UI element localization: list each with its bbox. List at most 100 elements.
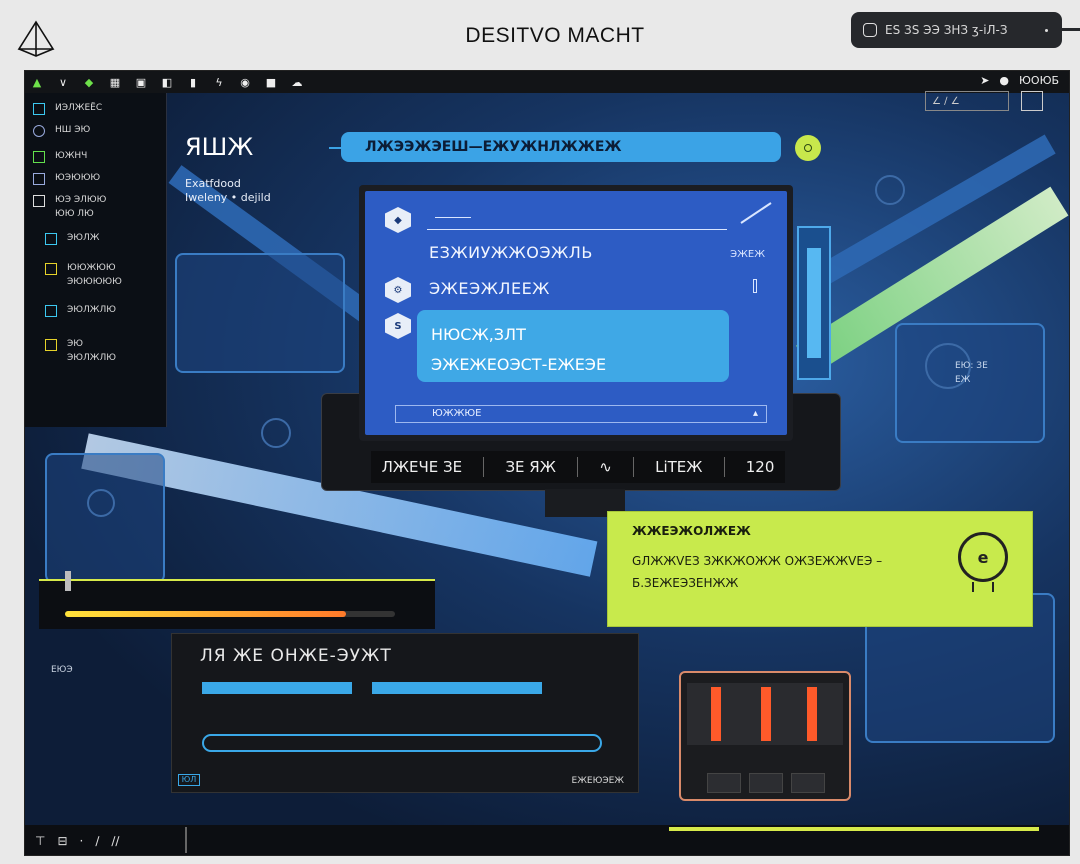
search-input[interactable]: ЛЖЭЭЖЭЕШ—ЕЖУЖНЛЖЖЕЖ <box>341 132 781 162</box>
caret-icon: ▴ <box>752 408 758 419</box>
main-window: ▲ ∨ ◆ ▦ ▣ ◧ ▮ ϟ ◉ ■ ☁ ➤ ● ЮОЮБ ИЭЛЖЕЁС Н… <box>24 70 1070 856</box>
send-icon[interactable]: ➤ <box>980 74 989 87</box>
monitor-screen: ◆ ЕЗЖИУЖЖОЭЖЛЬ ЭЖЕЖ ⚙ ЭЖЕЭЖЛЕЕЖ S HЮСЖ,З… <box>365 191 787 435</box>
subtitle-line: Exatfdood <box>185 177 241 190</box>
screen-row-text: ЕЗЖИУЖЖОЭЖЛЬ <box>429 243 593 262</box>
sidebar-item[interactable]: ЮЭЮЮЮ <box>33 173 158 185</box>
progress-meter <box>39 571 435 629</box>
screen-input-value: ЮЖЖЮЕ <box>432 408 482 419</box>
toolbar-right-label: ЮОЮБ <box>1019 74 1059 87</box>
timeline-track[interactable] <box>669 827 1039 831</box>
sidebar-item-label: НШ ЭЮ <box>55 125 91 135</box>
status-pill[interactable]: ES ЗS ЭЭ ЗНЗ ӡ-іЛ-З <box>851 12 1062 48</box>
gear-icon <box>261 418 291 448</box>
sidebar-item[interactable]: НШ ЭЮ <box>33 125 158 137</box>
arrow-up-icon[interactable]: ▲ <box>31 76 43 89</box>
angle-icon: ∠ ∕ ∠ <box>932 95 960 107</box>
link-icon <box>33 173 45 185</box>
subtitle-line: Iweleny • dejild <box>185 191 271 204</box>
sidebar-item[interactable]: ЮЮЖЮЮ ЭЮЮЮЮЮ <box>33 263 158 287</box>
bolt-icon[interactable]: ϟ <box>213 76 225 89</box>
record-icon[interactable]: ◉ <box>239 76 251 89</box>
search-toggle-button[interactable] <box>795 135 821 161</box>
book-icon[interactable]: ▮ <box>187 76 199 89</box>
pin-icon[interactable]: ⊤ <box>35 834 45 848</box>
file-icon <box>33 195 45 207</box>
gear-icon <box>875 175 905 205</box>
device-button[interactable] <box>707 773 741 793</box>
card-line: HЮСЖ,ЗЛТ <box>431 325 526 344</box>
notification-card[interactable]: ЖЖЕЭЖОЛЖЕЖ GЛЖЖVЕЗ ЗЖКЖОЖЖ ОЖЗЕЖЖVЕЭ – Б… <box>607 511 1033 627</box>
bezel-label[interactable]: ЛЖЕЧЕ ЗЕ <box>382 458 463 476</box>
corner-square-button[interactable] <box>1021 91 1043 111</box>
sidebar-item-label: ЮЮЖЮЮ <box>67 263 116 273</box>
meter-fill <box>65 611 346 617</box>
app-title: DESITVO MACHT <box>465 24 645 47</box>
panel-input[interactable] <box>202 734 602 752</box>
toggle-icon <box>804 144 812 152</box>
screen-input[interactable]: ЮЖЖЮЕ ▴ <box>395 405 767 423</box>
panel-footer-left[interactable]: ЮЛ <box>178 774 200 786</box>
device-button[interactable] <box>791 773 825 793</box>
device-slider[interactable] <box>711 687 721 741</box>
tab-chip[interactable] <box>202 682 352 694</box>
frame-icon[interactable]: ◧ <box>161 76 173 89</box>
meter-label: ЕЮЭ <box>51 665 73 675</box>
control-device <box>679 671 851 801</box>
screen-row-text: ЭЖЕЭЖЛЕЕЖ <box>429 279 550 298</box>
sidebar-item-label: ЮЖНЧ <box>55 151 88 161</box>
device-slider[interactable] <box>761 687 771 741</box>
sidebar-item-label: ЭЮЛЖ <box>67 233 100 243</box>
corner-control[interactable]: ∠ ∕ ∠ <box>925 91 1009 111</box>
toolbar: ▲ ∨ ◆ ▦ ▣ ◧ ▮ ϟ ◉ ■ ☁ <box>25 71 1069 93</box>
bezel-label[interactable]: LiTEЖ <box>655 458 702 476</box>
sidebar-item-label: ЭЮЛЖЛЮ <box>67 305 116 315</box>
ruler-icon[interactable]: ⊟ <box>57 834 67 848</box>
sidebar-item[interactable]: ЭЮ ЭЮЛЖЛЮ <box>33 339 158 363</box>
card-line: ЭЖЕЖЕОЭСТ-ЕЖЕЭЕ <box>431 355 607 374</box>
sidebar-item-label: ЭЮ <box>67 339 84 349</box>
triangle-logo-icon[interactable] <box>16 18 56 58</box>
bezel-value[interactable]: 120 <box>746 458 775 476</box>
bezel-strip: ЛЖЕЧЕ ЗЕ ЗЕ ЯЖ ∿ LiTEЖ 120 <box>371 451 785 483</box>
slash-icon[interactable]: ∕∕ <box>111 834 119 848</box>
sidebar-item[interactable]: ЭЮЛЖЛЮ <box>33 305 158 317</box>
divider <box>185 827 187 853</box>
search-connector <box>329 147 341 149</box>
readout: ЕЮ: ЗЕ ЕЖ <box>955 359 988 387</box>
panel-footer-right[interactable]: ЕЖЕЮЭЕЖ <box>572 776 624 786</box>
note-icon <box>45 339 57 351</box>
pen-icon[interactable]: ∕ <box>95 834 99 848</box>
sidebar-item[interactable]: ЭЮЛЖ <box>33 233 158 245</box>
leaf-icon[interactable]: ◆ <box>83 76 95 89</box>
cloud-icon[interactable]: ☁ <box>291 76 303 89</box>
monitor-icon <box>33 103 45 115</box>
device-slider[interactable] <box>807 687 817 741</box>
grid-icon[interactable]: ▦ <box>109 76 121 89</box>
device-button[interactable] <box>749 773 783 793</box>
chat-icon <box>863 23 877 37</box>
status-dot-icon <box>1045 29 1048 32</box>
bezel-label[interactable]: ЗЕ ЯЖ <box>505 458 555 476</box>
clock-icon <box>33 125 45 137</box>
wave-icon[interactable]: ∿ <box>599 458 612 476</box>
sidebar-item[interactable]: ЮЖНЧ <box>33 151 158 163</box>
sidebar-item[interactable]: ИЭЛЖЕЁС <box>33 103 158 115</box>
record-icon[interactable]: ● <box>999 74 1009 87</box>
dot-icon[interactable]: · <box>80 834 84 848</box>
highlight-card[interactable]: HЮСЖ,ЗЛТ ЭЖЕЖЕОЭСТ-ЕЖЕЭЕ <box>417 310 729 382</box>
tab-chip[interactable] <box>372 682 542 694</box>
sidebar-item-sublabel: ЭЮЮЮЮЮ <box>67 277 122 287</box>
chevron-down-icon[interactable]: ∨ <box>57 76 69 89</box>
square-icon[interactable]: ■ <box>265 76 277 89</box>
app-frame: DESITVO MACHT ES ЗS ЭЭ ЗНЗ ӡ-іЛ-З ▲ ∨ ◆ <box>0 0 1080 864</box>
divider <box>723 457 725 477</box>
dark-panel: ЛЯ ЖЕ ОНЖЕ-ЭУЖТ ЮЛ ЕЖЕЮЭЕЖ <box>171 633 639 793</box>
divider <box>483 457 485 477</box>
save-icon[interactable]: ▣ <box>135 76 147 89</box>
panel-title: ЛЯ ЖЕ ОНЖЕ-ЭУЖТ <box>200 646 392 666</box>
meter-handle[interactable] <box>65 571 71 591</box>
sidebar-item[interactable]: ЮЭ ЭЛЮЮ ЮЮ ЛЮ <box>33 195 158 219</box>
avatar-icon[interactable]: e <box>958 532 1008 582</box>
sidebar-item-label: ИЭЛЖЕЁС <box>55 103 103 113</box>
